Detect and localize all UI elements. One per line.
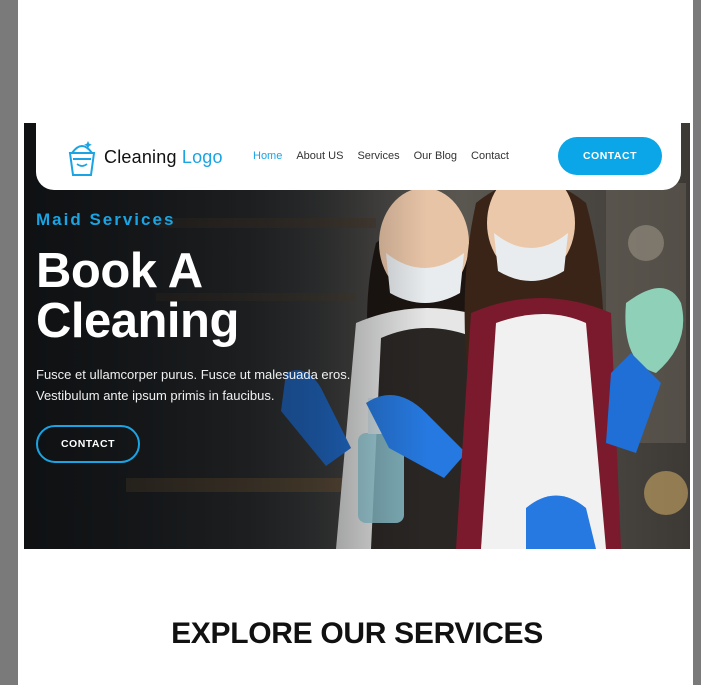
- nav-item-blog[interactable]: Our Blog: [414, 150, 457, 162]
- nav-item-contact[interactable]: Contact: [471, 150, 509, 162]
- right-frame-border: [690, 0, 701, 685]
- site-logo[interactable]: Cleaning Logo: [66, 137, 223, 177]
- hero-headline: Book A Cleaning: [36, 246, 239, 346]
- nav-item-home[interactable]: Home: [253, 150, 282, 162]
- hero-headline-line-2: Cleaning: [36, 294, 239, 348]
- logo-text: Cleaning Logo: [104, 146, 223, 167]
- hero-eyebrow: Maid Services: [36, 210, 176, 229]
- nav-item-about[interactable]: About US: [296, 150, 343, 162]
- hero-headline-line-1: Book A: [36, 244, 203, 298]
- header-contact-button[interactable]: CONTACT: [558, 137, 662, 175]
- main-nav: Home About US Services Our Blog Contact: [253, 150, 523, 162]
- cleaning-bucket-icon: [68, 141, 96, 176]
- nav-item-services[interactable]: Services: [357, 150, 399, 162]
- left-frame-border: [0, 0, 24, 685]
- services-section-title: EXPLORE OUR SERVICES: [171, 617, 543, 650]
- landing-page: Cleaning Logo Home About US Services Our…: [24, 0, 690, 685]
- hero-contact-button[interactable]: CONTACT: [36, 425, 140, 463]
- site-header: Cleaning Logo Home About US Services Our…: [36, 123, 681, 190]
- hero-description: Fusce et ullamcorper purus. Fusce ut mal…: [36, 367, 351, 403]
